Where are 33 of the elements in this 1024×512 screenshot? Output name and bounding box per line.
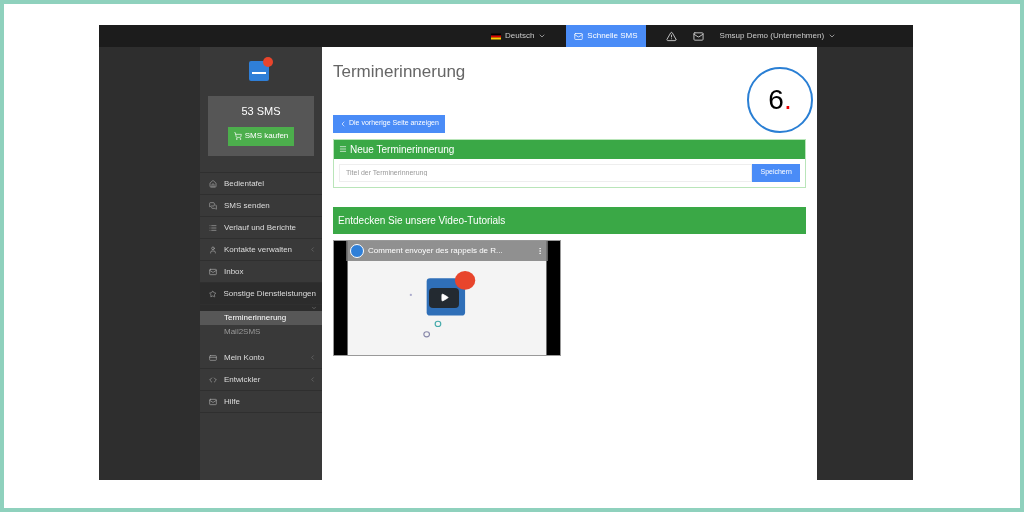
panel-header: Neue Terminerinnerung [334, 139, 805, 159]
balance-text: 53 SMS [241, 104, 281, 119]
mail-icon [209, 267, 217, 276]
mail-icon[interactable] [692, 30, 704, 42]
caret-icon [828, 32, 837, 40]
cart-icon [233, 132, 242, 140]
page-title: Terminerinnerung [333, 61, 467, 83]
section-header: Entdecken Sie unsere Video-Tutorials [333, 206, 806, 234]
mail-icon [574, 31, 584, 41]
logo-icon [249, 57, 273, 81]
chevron-icon [339, 119, 347, 128]
video-title: Comment envoyer des rappels de R... [368, 244, 504, 257]
submenu-item[interactable]: Terminerinnerung [200, 311, 322, 325]
code-icon [209, 375, 217, 384]
star-icon [209, 289, 217, 298]
step-badge: 6. [747, 67, 813, 133]
card-icon [209, 353, 217, 362]
channel-avatar [350, 243, 364, 258]
caret-icon [538, 32, 547, 40]
user-icon [209, 245, 217, 254]
menu-icon [339, 145, 347, 153]
flag-icon [491, 32, 501, 40]
mail-icon [209, 397, 217, 406]
submenu-item[interactable]: Mail2SMS [200, 325, 322, 339]
list-icon [209, 223, 217, 232]
language-selector[interactable]: Deutsch [491, 30, 547, 42]
sidebar-item[interactable]: Sonstige Dienstleistungen [200, 283, 322, 305]
home-icon [209, 179, 217, 188]
account-menu[interactable]: Smsup Demo (Unternehmen) [719, 30, 837, 42]
play-icon [439, 293, 449, 302]
play-button[interactable] [429, 287, 459, 308]
chat-icon [209, 201, 217, 210]
warning-icon[interactable] [665, 30, 677, 42]
